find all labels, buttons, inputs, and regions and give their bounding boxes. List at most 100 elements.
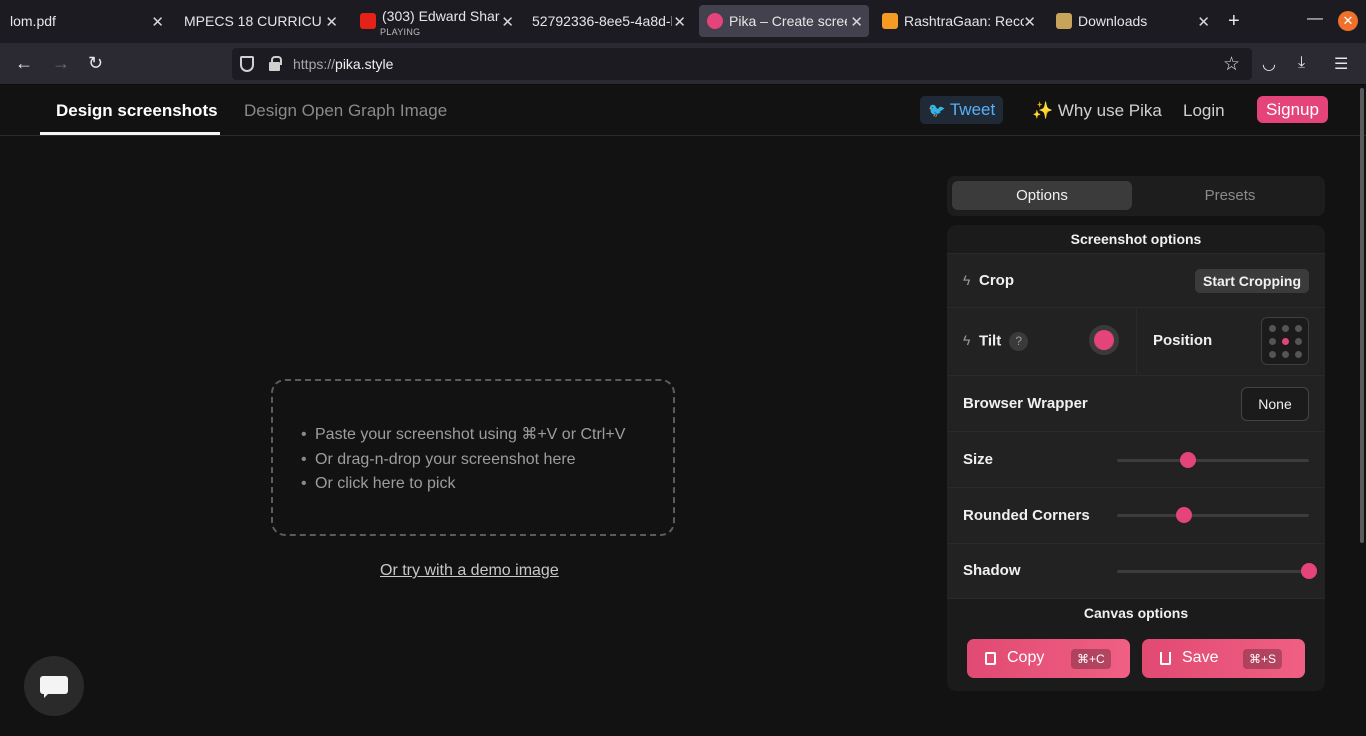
close-icon[interactable]: ✕ [1197, 13, 1210, 31]
window-close-icon[interactable]: ✕ [1338, 11, 1358, 31]
browser-nav-bar: ← → ↻ https://pika.style ☆ ◡ ⤓ ☰ [0, 43, 1366, 85]
tab-title: Downloads [1078, 13, 1148, 29]
position-dot[interactable] [1295, 325, 1302, 332]
url-text[interactable]: https://pika.style [293, 56, 393, 72]
browser-tab[interactable]: (303) Edward Sharpe PLAYING ✕ [352, 5, 520, 37]
chat-widget-button[interactable] [24, 656, 84, 716]
tab-design-og-image[interactable]: Design Open Graph Image [244, 101, 447, 121]
back-icon[interactable]: ← [15, 53, 33, 74]
browser-tab[interactable]: 52792336-8ee5-4a8d-bc ✕ [524, 5, 692, 37]
browser-tab[interactable]: MPECS 18 CURRICULUM ✕ [176, 5, 344, 37]
tab-title: Pika – Create screen [729, 13, 847, 29]
why-use-pika-link[interactable]: ✨ Why use Pika [1032, 101, 1162, 121]
url-protocol: https:// [293, 56, 336, 72]
shadow-row: Shadow [947, 543, 1325, 599]
copy-shortcut: ⌘+C [1071, 649, 1111, 669]
shadow-label: Shadow [963, 562, 1021, 579]
page-scrollbar[interactable] [1360, 88, 1364, 543]
tab-title: (303) Edward Sharpe [382, 8, 500, 24]
presets-tab[interactable]: Presets [1140, 181, 1320, 210]
lock-icon[interactable] [269, 56, 282, 71]
tab-title: RashtraGaan: Reco [904, 13, 1024, 29]
tab-title: 52792336-8ee5-4a8d-bc [532, 13, 672, 29]
size-slider-knob[interactable] [1180, 452, 1197, 468]
close-icon[interactable]: ✕ [850, 13, 863, 31]
close-icon[interactable]: ✕ [325, 13, 338, 31]
position-dot-selected[interactable] [1282, 338, 1289, 345]
minimize-icon[interactable]: — [1307, 10, 1323, 28]
menu-icon[interactable]: ☰ [1334, 54, 1348, 74]
position-grid[interactable] [1261, 317, 1309, 365]
close-icon[interactable]: ✕ [151, 13, 164, 31]
browser-wrapper-row: Browser Wrapper None [947, 375, 1325, 431]
save-shortcut: ⌘+S [1243, 649, 1283, 669]
tilt-position-row: ϟ Tilt? Position [947, 307, 1325, 375]
bolt-icon: ϟ [963, 272, 971, 288]
screenshot-dropzone[interactable]: Paste your screenshot using ⌘+V or Ctrl+… [271, 379, 675, 536]
close-icon[interactable]: ✕ [1023, 13, 1036, 31]
divider [1136, 308, 1137, 374]
browser-wrapper-label: Browser Wrapper [963, 395, 1088, 412]
rounded-corners-label: Rounded Corners [963, 507, 1090, 524]
forward-icon[interactable]: → [52, 53, 70, 74]
browser-tab[interactable]: RashtraGaan: Reco ✕ [874, 5, 1042, 37]
position-dot[interactable] [1295, 338, 1302, 345]
pocket-icon[interactable]: ◡ [1262, 54, 1276, 74]
tilt-label: ϟ Tilt? [963, 332, 1029, 351]
list-item: Or drag-n-drop your screenshot here [301, 448, 625, 473]
active-tab-underline [40, 132, 220, 135]
position-dot[interactable] [1282, 351, 1289, 358]
size-row: Size [947, 431, 1325, 487]
download-icon[interactable]: ⤓ [1298, 54, 1305, 72]
options-presets-toggle: Options Presets [947, 176, 1325, 216]
downloads-favicon-icon [1056, 13, 1072, 29]
position-label: Position [1153, 332, 1213, 349]
pika-favicon-icon [707, 13, 723, 29]
tab-playing-label: PLAYING [380, 27, 421, 37]
demo-image-link[interactable]: Or try with a demo image [380, 562, 559, 580]
save-label: Save [1182, 649, 1219, 666]
tab-design-screenshots[interactable]: Design screenshots [56, 101, 218, 121]
url-bar[interactable]: https://pika.style ☆ [232, 48, 1252, 80]
shadow-slider-knob[interactable] [1301, 563, 1317, 579]
position-dot[interactable] [1269, 325, 1276, 332]
close-icon[interactable]: ✕ [501, 13, 514, 31]
list-item: Paste your screenshot using ⌘+V or Ctrl+… [301, 423, 625, 448]
browser-wrapper-select[interactable]: None [1241, 387, 1309, 421]
signup-button[interactable]: Signup [1257, 96, 1328, 123]
rounded-corners-slider-knob[interactable] [1176, 507, 1193, 523]
browser-tab-active[interactable]: Pika – Create screen ✕ [699, 5, 869, 37]
position-dot[interactable] [1282, 325, 1289, 332]
save-button[interactable]: Save ⌘+S [1142, 639, 1305, 678]
copy-button[interactable]: Copy ⌘+C [967, 639, 1130, 678]
start-cropping-button[interactable]: Start Cropping [1195, 269, 1309, 293]
login-link[interactable]: Login [1183, 101, 1225, 121]
tweet-button[interactable]: 🐦 Tweet [920, 96, 1004, 124]
tab-title: MPECS 18 CURRICULUM [184, 13, 322, 29]
tweet-label: Tweet [949, 100, 996, 119]
new-tab-icon[interactable]: + [1228, 10, 1240, 33]
browser-tab[interactable]: Downloads ✕ [1048, 5, 1216, 37]
crop-label-text: Crop [979, 272, 1014, 289]
bookmark-star-icon[interactable]: ☆ [1223, 53, 1240, 76]
crop-row: ϟ Crop Start Cropping [947, 253, 1325, 307]
close-icon[interactable]: ✕ [673, 13, 686, 31]
help-icon[interactable]: ? [1009, 332, 1029, 351]
options-tab[interactable]: Options [952, 181, 1132, 210]
browser-tab[interactable]: lom.pdf ✕ [2, 5, 170, 37]
size-slider[interactable] [1117, 452, 1309, 468]
position-dot[interactable] [1295, 351, 1302, 358]
reload-icon[interactable]: ↻ [88, 53, 103, 74]
tilt-control[interactable] [1089, 325, 1119, 355]
twitter-icon: 🐦 [928, 102, 946, 118]
copy-label: Copy [1007, 649, 1045, 666]
position-dot[interactable] [1269, 338, 1276, 345]
browser-tab-bar: lom.pdf ✕ MPECS 18 CURRICULUM ✕ (303) Ed… [0, 0, 1366, 43]
shadow-slider[interactable] [1117, 563, 1317, 579]
position-dot[interactable] [1269, 351, 1276, 358]
shield-icon[interactable] [240, 56, 254, 72]
screenshot-options-heading: Screenshot options [1070, 231, 1202, 247]
app-header: Design screenshots Design Open Graph Ima… [0, 85, 1366, 136]
rounded-corners-slider[interactable] [1117, 507, 1309, 523]
rounded-corners-row: Rounded Corners [947, 487, 1325, 543]
